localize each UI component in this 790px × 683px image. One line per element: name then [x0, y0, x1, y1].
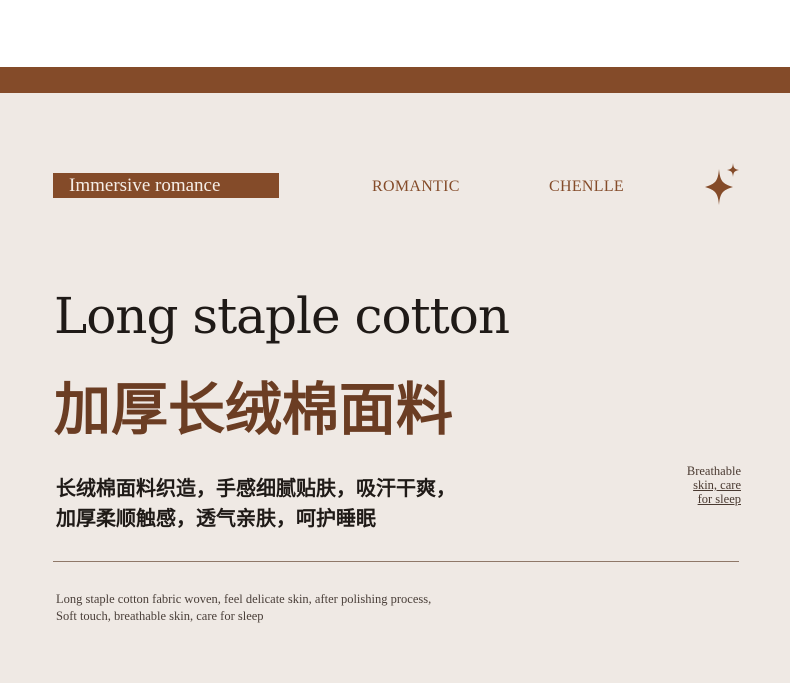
- immersive-romance-tag: Immersive romance: [53, 173, 279, 198]
- top-color-band: [0, 67, 790, 93]
- caption-line-2: Soft touch, breathable skin, care for sl…: [56, 609, 264, 623]
- side-note-line-1: Breathable: [686, 464, 741, 478]
- divider-line: [53, 561, 739, 562]
- headline-chinese: 加厚长绒棉面料: [54, 377, 453, 443]
- headline-english: Long staple cotton: [54, 287, 510, 345]
- side-note-line-3: for sleep: [697, 492, 741, 506]
- nav-word-chenlle: CHENLLE: [549, 178, 624, 195]
- description-line-1: 长绒棉面料织造，手感细腻贴肤，吸汗干爽，: [56, 476, 456, 500]
- caption-line-1: Long staple cotton fabric woven, feel de…: [56, 592, 432, 606]
- sparkle-star-icon: [705, 163, 739, 205]
- side-note: Breathable skin, care for sleep: [687, 464, 741, 506]
- side-note-line-2: skin, care: [693, 478, 741, 492]
- nav-word-romantic: ROMANTIC: [372, 178, 460, 195]
- page: Immersive romance ROMANTIC CHENLLE Long …: [0, 0, 790, 683]
- description-line-2: 加厚柔顺触感，透气亲肤，呵护睡眠: [56, 506, 376, 530]
